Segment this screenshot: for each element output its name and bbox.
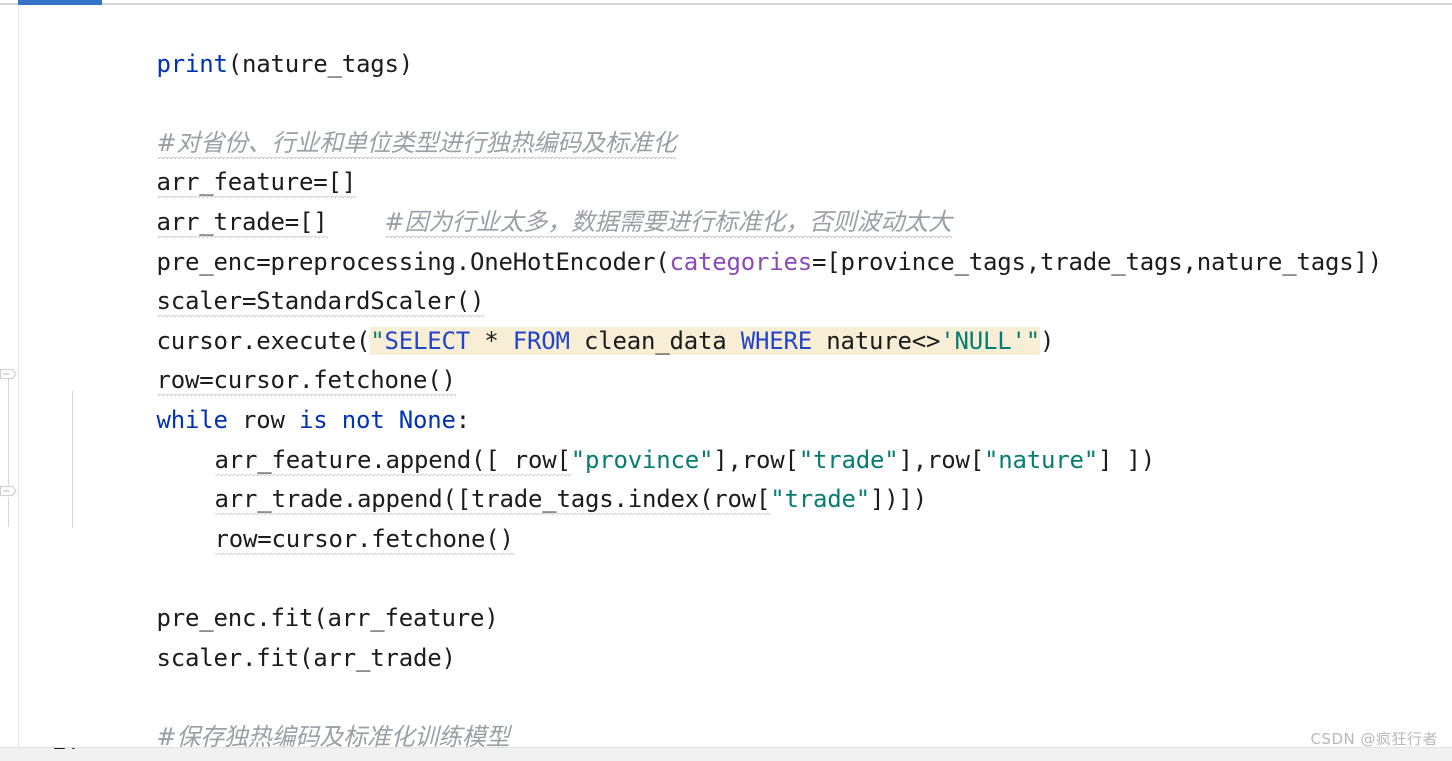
code-line-comment-onehot[interactable]: #对省份、行业和单位类型进行独热编码及标准化 (19, 84, 1452, 159)
code-line-append-trade[interactable]: arr_trade.append([trade_tags.index(row["… (19, 441, 1452, 516)
code-line-fetchone-2[interactable]: row=cursor.fetchone() (19, 480, 1452, 555)
code-line-scaler-fit[interactable]: scaler.fit(arr_trade) (19, 599, 1452, 672)
code-line-append-feature[interactable]: arr_feature.append([ row["province"],row… (19, 401, 1452, 476)
code-line-blank-2 (19, 520, 1452, 560)
code-line-arr-feature-init[interactable]: arr_feature=[] (19, 124, 1452, 199)
code-line-cursor-execute[interactable]: cursor.execute("SELECT * FROM clean_data… (19, 282, 1452, 355)
code-line-blank-3 (19, 639, 1452, 679)
code-line-arr-trade-init[interactable]: arr_trade=[] #因为行业太多，数据需要进行标准化，否则波动太大 (19, 163, 1452, 238)
fold-line-bottom (8, 497, 9, 527)
code-editor[interactable]: print(nature_tags) #对省份、行业和单位类型进行独热编码及标准… (0, 0, 1452, 761)
editor-gutter[interactable] (0, 5, 19, 761)
code-line-print[interactable]: print(nature_tags) (19, 5, 1452, 78)
code-line-pre-enc-fit[interactable]: pre_enc.fit(arr_feature) (19, 559, 1452, 632)
code-line-onehotencoder[interactable]: pre_enc=preprocessing.OneHotEncoder(cate… (19, 203, 1452, 276)
code-line-while[interactable]: while row is not None: (19, 361, 1452, 434)
fold-collapse-icon-while[interactable] (0, 368, 17, 385)
clipped-next-line-text: if (52, 748, 81, 761)
code-line-blank-1 (19, 45, 1452, 85)
code-line-standardscaler[interactable]: scaler=StandardScaler() (19, 243, 1452, 318)
clipped-next-line-strip: if (0, 747, 1452, 761)
csdn-watermark: CSDN @疯狂行者 (1310, 730, 1438, 748)
fold-line-body (8, 385, 9, 495)
code-line-comment-save[interactable]: #保存独热编码及标准化训练模型 (19, 678, 1452, 753)
code-line-fetchone-1[interactable]: row=cursor.fetchone() (19, 322, 1452, 397)
code-area[interactable]: print(nature_tags) #对省份、行业和单位类型进行独热编码及标准… (19, 5, 1452, 761)
